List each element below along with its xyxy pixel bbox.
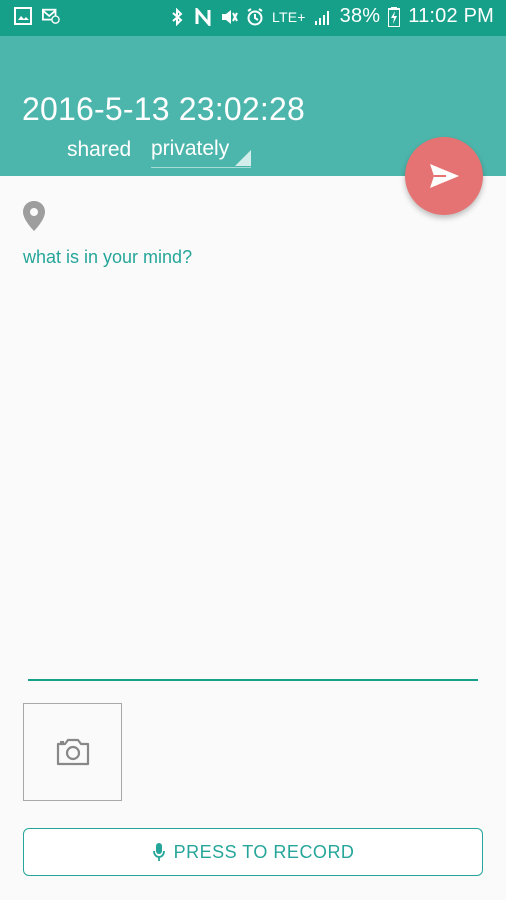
status-right-icons: LTE+ 38% 11:02 PM xyxy=(168,5,494,28)
camera-icon xyxy=(56,738,89,766)
bluetooth-icon xyxy=(172,7,183,26)
gallery-icon xyxy=(14,7,32,25)
privacy-underline xyxy=(151,167,251,168)
mute-icon xyxy=(222,9,238,24)
status-bar: LTE+ 38% 11:02 PM xyxy=(0,0,506,36)
privacy-dropdown[interactable]: privately xyxy=(151,134,251,168)
battery-icon xyxy=(388,6,401,27)
send-icon xyxy=(430,164,459,188)
send-button[interactable] xyxy=(405,137,483,215)
post-text-input[interactable]: what is in your mind? xyxy=(23,247,192,268)
mic-icon xyxy=(152,843,165,861)
alarm-icon xyxy=(247,7,263,25)
record-label: PRESS TO RECORD xyxy=(173,841,355,862)
email-icon xyxy=(42,8,60,24)
network-type: LTE+ xyxy=(272,8,306,25)
post-date: 2016-5-13 23:02:28 xyxy=(22,91,305,127)
text-input-underline xyxy=(28,679,478,681)
shared-label: shared xyxy=(67,138,132,161)
battery-percent: 38% xyxy=(339,5,381,27)
clock: 11:02 PM xyxy=(408,5,494,27)
dropdown-triangle-icon xyxy=(235,150,251,166)
location-pin-icon[interactable] xyxy=(22,200,46,232)
record-button[interactable]: PRESS TO RECORD xyxy=(23,828,483,876)
status-left-icons xyxy=(14,7,60,25)
add-photo-button[interactable] xyxy=(23,703,122,801)
nfc-icon xyxy=(195,7,211,26)
signal-icon xyxy=(314,10,329,25)
